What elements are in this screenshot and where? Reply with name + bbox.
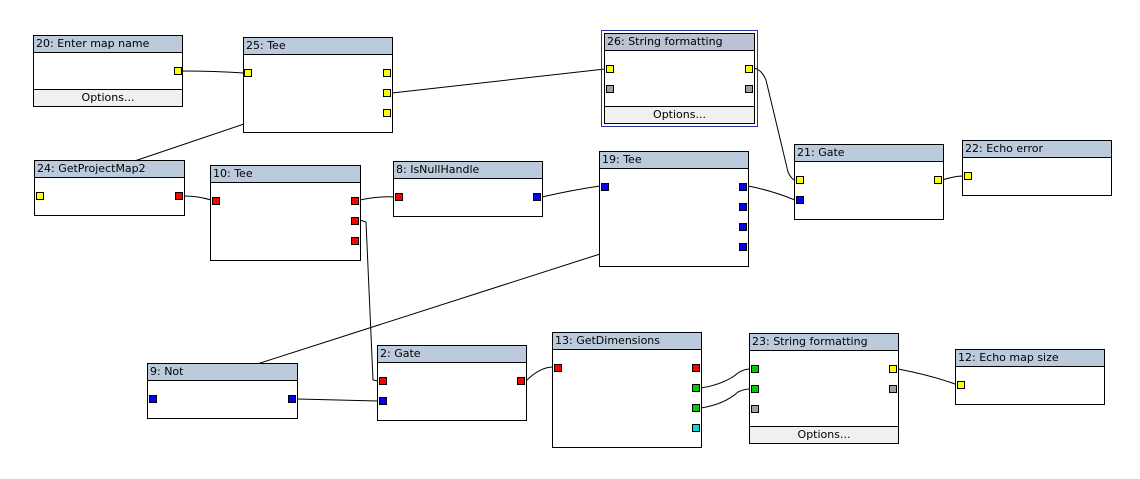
output-port-red[interactable] bbox=[351, 217, 359, 225]
output-port-yellow[interactable] bbox=[745, 65, 753, 73]
output-port-blue[interactable] bbox=[533, 193, 541, 201]
output-port-blue[interactable] bbox=[739, 243, 747, 251]
input-port-yellow[interactable] bbox=[244, 69, 252, 77]
node-get-project-map2[interactable]: 24: GetProjectMap2 bbox=[34, 160, 185, 216]
output-port-blue[interactable] bbox=[739, 223, 747, 231]
output-port-red[interactable] bbox=[692, 364, 700, 372]
output-port-yellow[interactable] bbox=[383, 89, 391, 97]
node-title: 23: String formatting bbox=[750, 334, 898, 351]
node-title: 9: Not bbox=[148, 364, 297, 381]
output-port-yellow[interactable] bbox=[174, 67, 182, 75]
node-title: 22: Echo error bbox=[963, 141, 1111, 158]
wire-25-26 bbox=[391, 68, 606, 94]
input-port-yellow[interactable] bbox=[796, 176, 804, 184]
input-port-blue[interactable] bbox=[796, 196, 804, 204]
input-port-blue[interactable] bbox=[379, 397, 387, 405]
output-port-yellow[interactable] bbox=[889, 365, 897, 373]
wire-10-2 bbox=[359, 219, 379, 382]
node-title: 24: GetProjectMap2 bbox=[35, 161, 184, 178]
options-button[interactable]: Options... bbox=[750, 426, 898, 443]
wire-13-23a bbox=[700, 368, 751, 389]
output-port-gray[interactable] bbox=[745, 85, 753, 93]
node-title: 25: Tee bbox=[244, 38, 392, 55]
wire-19-21 bbox=[747, 185, 796, 201]
node-title: 13: GetDimensions bbox=[553, 333, 701, 350]
node-title: 10: Tee bbox=[211, 166, 360, 183]
node-string-formatting-23[interactable]: 23: String formatting Options... bbox=[749, 333, 899, 444]
wire-13-23b bbox=[700, 388, 751, 409]
node-tee-25[interactable]: 25: Tee bbox=[243, 37, 393, 133]
wire-8-19 bbox=[541, 185, 601, 198]
node-not[interactable]: 9: Not bbox=[147, 363, 298, 419]
input-port-yellow[interactable] bbox=[964, 172, 972, 180]
input-port-green[interactable] bbox=[751, 365, 759, 373]
node-tee-10[interactable]: 10: Tee bbox=[210, 165, 361, 261]
wire-2-13 bbox=[525, 366, 554, 382]
output-port-blue[interactable] bbox=[288, 395, 296, 403]
input-port-red[interactable] bbox=[379, 377, 387, 385]
output-port-yellow[interactable] bbox=[383, 69, 391, 77]
node-is-null-handle[interactable]: 8: IsNullHandle bbox=[393, 161, 543, 217]
output-port-green[interactable] bbox=[692, 384, 700, 392]
output-port-red[interactable] bbox=[351, 197, 359, 205]
wire-10-8 bbox=[359, 196, 395, 201]
input-port-gray[interactable] bbox=[606, 85, 614, 93]
wire-20-25 bbox=[181, 70, 245, 74]
node-title: 21: Gate bbox=[795, 145, 943, 162]
node-get-dimensions[interactable]: 13: GetDimensions bbox=[552, 332, 702, 448]
wire-24-10 bbox=[183, 195, 212, 201]
options-button[interactable]: Options... bbox=[34, 89, 182, 106]
output-port-gray[interactable] bbox=[889, 385, 897, 393]
output-port-yellow[interactable] bbox=[934, 176, 942, 184]
node-gate-2[interactable]: 2: Gate bbox=[377, 345, 527, 421]
wire-21-22 bbox=[941, 175, 964, 181]
wire-23-12 bbox=[897, 368, 956, 385]
output-port-red[interactable] bbox=[517, 377, 525, 385]
node-title: 26: String formatting bbox=[605, 34, 754, 51]
input-port-green[interactable] bbox=[751, 385, 759, 393]
node-echo-map-size[interactable]: 12: Echo map size bbox=[955, 349, 1105, 405]
node-title: 19: Tee bbox=[600, 152, 748, 169]
node-enter-map-name[interactable]: 20: Enter map name Options... bbox=[33, 35, 183, 107]
node-title: 2: Gate bbox=[378, 346, 526, 363]
node-gate-21[interactable]: 21: Gate bbox=[794, 144, 944, 220]
output-port-yellow[interactable] bbox=[383, 109, 391, 117]
output-port-green[interactable] bbox=[692, 404, 700, 412]
output-port-blue[interactable] bbox=[739, 203, 747, 211]
node-tee-19[interactable]: 19: Tee bbox=[599, 151, 749, 267]
input-port-yellow[interactable] bbox=[957, 381, 965, 389]
node-string-formatting-26[interactable]: 26: String formatting Options... bbox=[601, 30, 758, 127]
node-title: 8: IsNullHandle bbox=[394, 162, 542, 179]
input-port-red[interactable] bbox=[554, 364, 562, 372]
input-port-gray[interactable] bbox=[751, 405, 759, 413]
input-port-red[interactable] bbox=[395, 193, 403, 201]
wire-9-2 bbox=[296, 398, 379, 402]
input-port-red[interactable] bbox=[212, 197, 220, 205]
node-title: 12: Echo map size bbox=[956, 350, 1104, 367]
input-port-yellow[interactable] bbox=[606, 65, 614, 73]
input-port-blue[interactable] bbox=[601, 183, 609, 191]
node-title: 20: Enter map name bbox=[34, 36, 182, 53]
output-port-blue[interactable] bbox=[739, 183, 747, 191]
input-port-yellow[interactable] bbox=[36, 192, 44, 200]
output-port-red[interactable] bbox=[351, 237, 359, 245]
node-echo-error[interactable]: 22: Echo error bbox=[962, 140, 1112, 196]
options-button[interactable]: Options... bbox=[605, 106, 754, 123]
input-port-blue[interactable] bbox=[149, 395, 157, 403]
output-port-red[interactable] bbox=[175, 192, 183, 200]
wire-26-21 bbox=[753, 67, 796, 181]
output-port-cyan[interactable] bbox=[692, 424, 700, 432]
